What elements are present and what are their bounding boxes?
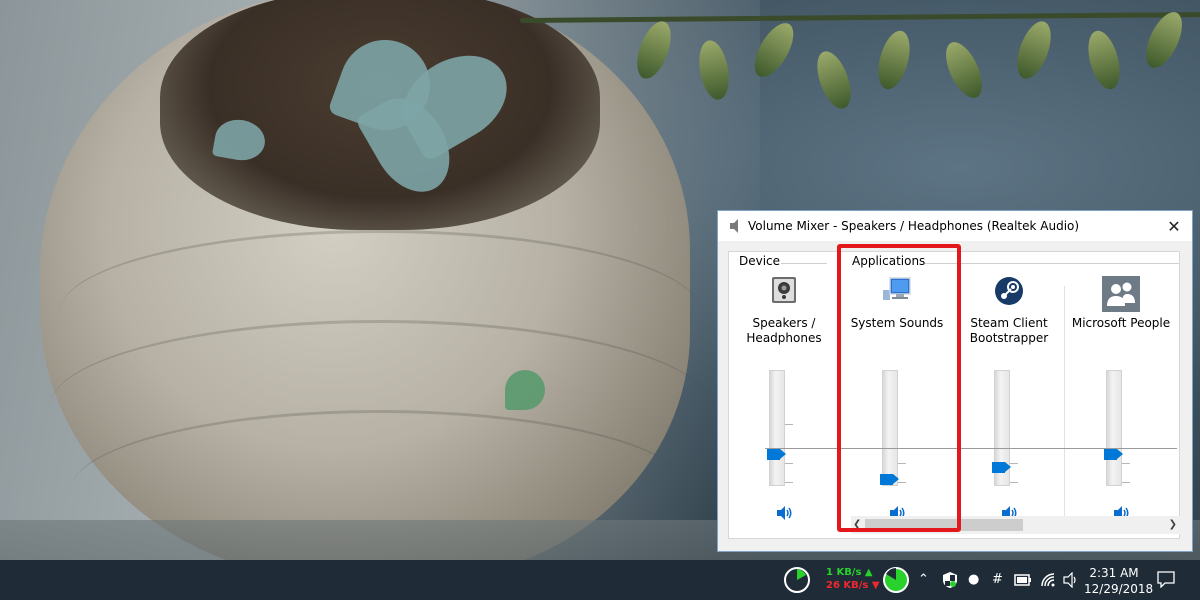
- speaker-icon: [730, 219, 738, 233]
- volume-slider-thumb[interactable]: [767, 449, 787, 461]
- show-hidden-icons-chevron-icon[interactable]: ⌃: [918, 572, 929, 587]
- close-icon: ✕: [1167, 216, 1181, 236]
- settings-hash-icon[interactable]: #: [992, 572, 1003, 587]
- cpu-meter-icon[interactable]: [783, 566, 811, 594]
- channel-name: Speakers / Headphones: [746, 316, 822, 345]
- channel-steam-client: Steam Client Bootstrapper: [954, 272, 1064, 520]
- clock-date[interactable]: 12/29/2018: [1084, 582, 1153, 596]
- wifi-icon[interactable]: [1040, 572, 1056, 588]
- battery-icon[interactable]: [1014, 573, 1032, 587]
- channel-microsoft-people: Microsoft People: [1066, 272, 1176, 520]
- highlight-box: [837, 244, 961, 532]
- people-icon[interactable]: [1102, 276, 1140, 312]
- volume-icon[interactable]: [1062, 572, 1080, 588]
- clock-time[interactable]: 2:31 AM: [1084, 566, 1144, 580]
- network-upload-speed: 1 KB/s ▲: [826, 567, 873, 578]
- speaker-device-icon[interactable]: [771, 276, 797, 304]
- memory-meter-icon[interactable]: [882, 566, 910, 594]
- scroll-right-icon[interactable]: ❯: [1169, 516, 1177, 534]
- mute-toggle-icon[interactable]: [775, 505, 793, 521]
- window-title: Volume Mixer - Speakers / Headphones (Re…: [748, 219, 1080, 233]
- action-center-icon[interactable]: [1157, 571, 1175, 588]
- volume-slider-track[interactable]: [1106, 370, 1122, 486]
- title-bar[interactable]: Volume Mixer - Speakers / Headphones (Re…: [718, 211, 1192, 241]
- volume-slider-thumb[interactable]: [992, 461, 1012, 473]
- droplet-icon[interactable]: ●: [968, 572, 979, 587]
- network-download-speed: 26 KB/s ▼: [826, 580, 880, 591]
- volume-slider-track[interactable]: [769, 370, 785, 486]
- channel-name: Steam Client Bootstrapper: [969, 316, 1049, 345]
- close-button[interactable]: ✕: [1156, 211, 1192, 241]
- volume-slider-thumb[interactable]: [1104, 449, 1124, 461]
- steam-icon[interactable]: [994, 276, 1024, 306]
- device-group-label: Device: [739, 254, 781, 268]
- channel-speakers-headphones: Speakers / Headphones: [729, 272, 839, 520]
- channel-name: Microsoft People: [1071, 316, 1171, 330]
- security-shield-icon[interactable]: [942, 571, 958, 589]
